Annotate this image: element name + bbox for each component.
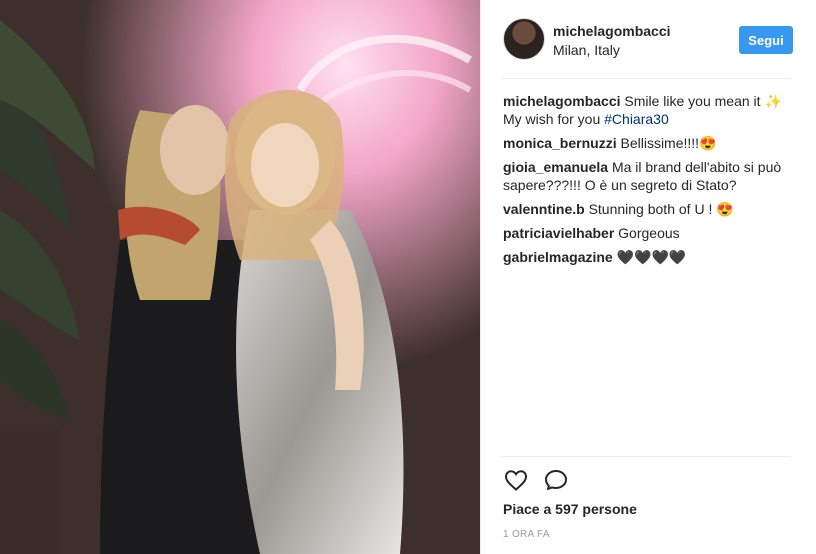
comment-item: monica_bernuzzi Bellissime!!!!😍 xyxy=(503,134,793,152)
comment-username[interactable]: patriciavielhaber xyxy=(503,225,614,241)
comment-username[interactable]: gioia_emanuela xyxy=(503,159,608,175)
comment-username[interactable]: valenntine.b xyxy=(503,201,585,217)
post-header: michelagombacci Milan, Italy Segui xyxy=(501,18,793,63)
comments-list: michelagombacci Smile like you mean it ✨… xyxy=(503,92,793,272)
comment-item: patriciavielhaber Gorgeous xyxy=(503,224,793,242)
heart-icon-svg xyxy=(504,470,528,491)
comment-icon-svg xyxy=(545,470,567,490)
post-actions xyxy=(503,468,603,494)
avatar[interactable] xyxy=(503,18,545,60)
comment-text: Stunning both of U ! 😍 xyxy=(588,201,734,217)
comment-icon[interactable] xyxy=(543,468,569,492)
comment-username[interactable]: monica_bernuzzi xyxy=(503,135,617,151)
actions-divider xyxy=(501,456,791,457)
comment-text: Bellissime!!!!😍 xyxy=(620,135,717,151)
heart-icon[interactable] xyxy=(503,468,529,492)
likes-count[interactable]: Piace a 597 persone xyxy=(503,501,637,517)
caption-username[interactable]: michelagombacci xyxy=(503,93,621,109)
caption-hashtag[interactable]: #Chiara30 xyxy=(604,111,669,127)
header-divider xyxy=(501,78,791,79)
comment-text: 🖤🖤🖤🖤 xyxy=(616,249,687,265)
comment-item: gioia_emanuela Ma il brand dell'abito si… xyxy=(503,158,793,194)
post-timestamp: 1 ORA FA xyxy=(503,529,550,540)
caption: michelagombacci Smile like you mean it ✨… xyxy=(503,92,793,128)
post-side-panel: michelagombacci Milan, Italy Segui miche… xyxy=(480,0,816,554)
comment-text: Gorgeous xyxy=(618,225,680,241)
comment-username[interactable]: gabrielmagazine xyxy=(503,249,613,265)
follow-button[interactable]: Segui xyxy=(739,26,793,54)
post-username[interactable]: michelagombacci xyxy=(553,23,671,39)
post-location[interactable]: Milan, Italy xyxy=(553,42,620,58)
comment-item: valenntine.b Stunning both of U ! 😍 xyxy=(503,200,793,218)
post-image xyxy=(0,0,480,554)
comment-item: gabrielmagazine 🖤🖤🖤🖤 xyxy=(503,248,793,266)
post-photo[interactable] xyxy=(0,0,480,554)
